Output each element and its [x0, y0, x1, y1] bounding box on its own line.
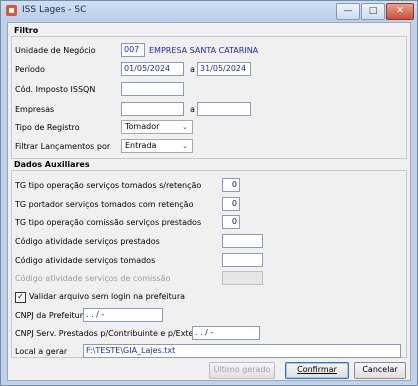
cancelar-button[interactable]: Cancelar	[354, 362, 406, 379]
empresas-start-field[interactable]	[121, 102, 184, 116]
maximize-button[interactable]: □	[361, 3, 385, 20]
empresas-label: Empresas	[15, 105, 55, 114]
filtrar-value: Entrada	[125, 141, 157, 150]
tg-tomados-field[interactable]: 0	[222, 178, 240, 192]
minimize-button[interactable]: —	[336, 3, 360, 20]
empresas-separator: a	[190, 105, 195, 114]
close-button[interactable]: ✕	[386, 3, 414, 20]
filtro-title: Filtro	[14, 26, 39, 35]
periodo-label: Período	[15, 65, 45, 74]
validar-checkbox[interactable]: ✓	[15, 292, 26, 303]
tg-comissao-field[interactable]: 0	[222, 215, 240, 229]
ultimo-gerado-button[interactable]: Último gerado	[209, 362, 275, 379]
cod-comissao-label: Código atividade serviços de comissão	[15, 274, 171, 283]
periodo-start-field[interactable]: 01/05/2024	[121, 62, 184, 76]
confirmar-button[interactable]: Confirmar	[285, 362, 349, 379]
filtrar-select[interactable]: Entrada ⌄	[121, 139, 193, 153]
aux-title: Dados Auxiliares	[14, 160, 90, 169]
empresas-end-field[interactable]	[197, 102, 251, 116]
tg-portador-label: TG portador serviços tomados com retençã…	[15, 200, 194, 209]
filtrar-label: Filtrar Lançamentos por	[15, 142, 111, 151]
maximize-icon: □	[368, 6, 378, 16]
cod-imposto-label: Cód. Imposto ISSQN	[15, 85, 96, 94]
tipo-registro-select[interactable]: Tomador ⌄	[121, 120, 193, 134]
confirmar-label: Confirmar	[297, 365, 337, 374]
cod-prestados-field[interactable]	[222, 234, 263, 248]
window-title: ISS Lages - SC	[22, 5, 87, 15]
cod-prestados-label: Código atividade serviços prestados	[15, 237, 160, 246]
periodo-separator: a	[190, 65, 195, 74]
periodo-end-field[interactable]: 31/05/2024	[197, 62, 251, 76]
cod-comissao-field	[222, 271, 263, 285]
tg-portador-field[interactable]: 0	[222, 197, 240, 211]
cod-tomados-label: Código atividade serviços tomados	[15, 256, 156, 265]
chevron-down-icon: ⌄	[182, 142, 188, 150]
tipo-registro-label: Tipo de Registro	[15, 123, 80, 132]
dialog-window: ISS Lages - SC — □ ✕ Filtro Unidade de N…	[0, 0, 418, 386]
cancelar-label: Cancelar	[362, 365, 398, 374]
dialog-content: Filtro Unidade de Negócio 007 EMPRESA SA…	[7, 22, 411, 381]
minimize-icon: —	[343, 6, 353, 16]
local-path-field[interactable]: F:\TESTE\GIA_Lajes.txt	[83, 344, 401, 358]
cnpj-serv-label: CNPJ Serv. Prestados p/Contribuinte e p/…	[15, 329, 208, 338]
cnpj-serv-field[interactable]: . . / -	[192, 326, 260, 340]
title-bar[interactable]: ISS Lages - SC — □ ✕	[1, 1, 417, 21]
app-icon	[6, 5, 17, 16]
tg-comissao-label: TG tipo operação comissão serviços prest…	[15, 218, 202, 227]
local-label: Local a gerar	[15, 347, 68, 356]
unidade-name: EMPRESA SANTA CATARINA	[149, 46, 259, 55]
close-icon: ✕	[396, 6, 404, 16]
cod-imposto-field[interactable]	[121, 82, 184, 96]
cod-tomados-field[interactable]	[222, 253, 263, 267]
validar-label: Validar arquivo sem login na prefeitura	[29, 292, 186, 301]
tipo-registro-value: Tomador	[125, 122, 160, 131]
check-icon: ✓	[17, 292, 24, 301]
unidade-label: Unidade de Negócio	[15, 46, 96, 55]
tg-tomados-label: TG tipo operação serviços tomados s/rete…	[15, 181, 202, 190]
cnpj-prefeitura-field[interactable]: . . / -	[83, 308, 163, 322]
chevron-down-icon: ⌄	[182, 123, 188, 131]
unidade-code-field[interactable]: 007	[121, 43, 145, 57]
cnpj-prefeitura-label: CNPJ da Prefeitura	[15, 311, 88, 320]
